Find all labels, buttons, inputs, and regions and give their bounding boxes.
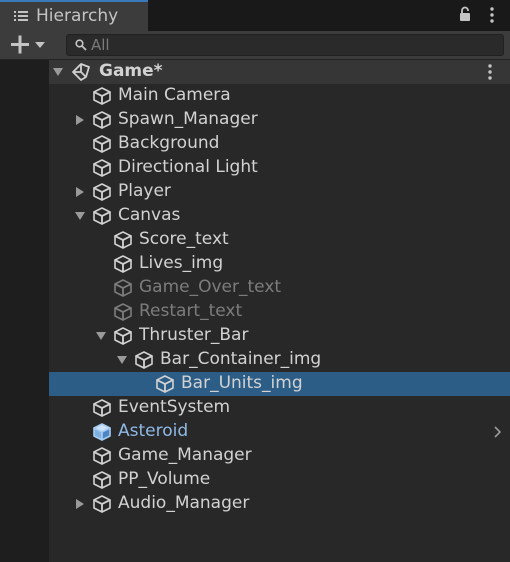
cube-icon: [93, 207, 111, 225]
left-gutter: [0, 60, 49, 562]
scene-name: Game*: [99, 61, 163, 81]
cube-icon: [93, 471, 111, 489]
cube-icon: [114, 279, 132, 297]
expand-arrow-down-icon[interactable]: [117, 355, 127, 365]
cube-icon: [93, 111, 111, 129]
expand-arrow-down-icon[interactable]: [96, 331, 106, 341]
add-object-button[interactable]: [8, 34, 50, 56]
row-label: PP_Volume: [118, 469, 211, 489]
row-label: Game_Over_text: [139, 277, 282, 297]
hierarchy-row[interactable]: Thruster_Bar: [49, 324, 510, 348]
row-label: Directional Light: [118, 157, 258, 177]
hierarchy-row[interactable]: Lives_img: [49, 252, 510, 276]
cube-icon: [114, 327, 132, 345]
row-label: Background: [118, 133, 220, 153]
tab-title: Hierarchy: [36, 6, 119, 26]
search-input[interactable]: [91, 35, 491, 55]
scene-row[interactable]: Game*: [49, 60, 510, 84]
prefab-cube-icon: [93, 423, 111, 441]
hierarchy-row[interactable]: Asteroid: [49, 420, 510, 444]
row-label: Audio_Manager: [118, 493, 250, 513]
row-label: Main Camera: [118, 85, 231, 105]
expand-arrow-down-icon[interactable]: [53, 67, 63, 77]
cube-icon: [114, 255, 132, 273]
cube-icon: [93, 183, 111, 201]
cube-icon: [93, 399, 111, 417]
cube-icon: [93, 159, 111, 177]
hierarchy-row[interactable]: Player: [49, 180, 510, 204]
row-label: Canvas: [118, 205, 181, 225]
row-label: Asteroid: [118, 421, 189, 441]
expand-arrow-right-icon[interactable]: [75, 115, 85, 125]
hierarchy-row[interactable]: Restart_text: [49, 300, 510, 324]
hierarchy-row[interactable]: Canvas: [49, 204, 510, 228]
open-prefab-arrow-icon[interactable]: [494, 426, 502, 438]
row-label: Spawn_Manager: [118, 109, 258, 129]
hierarchy-row[interactable]: Background: [49, 132, 510, 156]
kebab-menu-icon[interactable]: [489, 6, 495, 24]
row-label: Game_Manager: [118, 445, 252, 465]
expand-arrow-down-icon[interactable]: [75, 211, 85, 221]
hierarchy-row[interactable]: Audio_Manager: [49, 492, 510, 516]
cube-icon: [135, 351, 153, 369]
lock-icon[interactable]: [459, 6, 471, 22]
hierarchy-toolbar: [0, 31, 510, 60]
hierarchy-row[interactable]: Game_Over_text: [49, 276, 510, 300]
kebab-menu-icon[interactable]: [487, 63, 493, 81]
hierarchy-row[interactable]: PP_Volume: [49, 468, 510, 492]
list-icon: [14, 11, 28, 21]
row-label: Bar_Units_img: [181, 373, 303, 393]
row-label: Bar_Container_img: [160, 349, 322, 369]
row-label: Thruster_Bar: [139, 325, 249, 345]
cube-icon: [114, 231, 132, 249]
tab-hierarchy[interactable]: Hierarchy: [0, 0, 148, 31]
search-field[interactable]: [66, 34, 504, 56]
row-label: Score_text: [139, 229, 229, 249]
row-label: Lives_img: [139, 253, 224, 273]
row-label: Player: [118, 181, 171, 201]
cube-icon: [156, 375, 174, 393]
hierarchy-row[interactable]: Bar_Container_img: [49, 348, 510, 372]
cube-icon: [93, 87, 111, 105]
cube-icon: [93, 135, 111, 153]
row-label: Restart_text: [139, 301, 243, 321]
row-label: EventSystem: [118, 397, 231, 417]
tab-bar: Hierarchy: [0, 0, 510, 31]
hierarchy-row[interactable]: Score_text: [49, 228, 510, 252]
unity-logo-icon: [72, 63, 90, 81]
hierarchy-row[interactable]: EventSystem: [49, 396, 510, 420]
hierarchy-row[interactable]: Bar_Units_img: [49, 372, 510, 396]
cube-icon: [93, 495, 111, 513]
expand-arrow-right-icon[interactable]: [75, 499, 85, 509]
hierarchy-row[interactable]: Spawn_Manager: [49, 108, 510, 132]
search-icon: [75, 39, 87, 51]
cube-icon: [114, 303, 132, 321]
hierarchy-row[interactable]: Main Camera: [49, 84, 510, 108]
expand-arrow-right-icon[interactable]: [75, 187, 85, 197]
cube-icon: [93, 447, 111, 465]
hierarchy-row[interactable]: Directional Light: [49, 156, 510, 180]
hierarchy-row[interactable]: Game_Manager: [49, 444, 510, 468]
